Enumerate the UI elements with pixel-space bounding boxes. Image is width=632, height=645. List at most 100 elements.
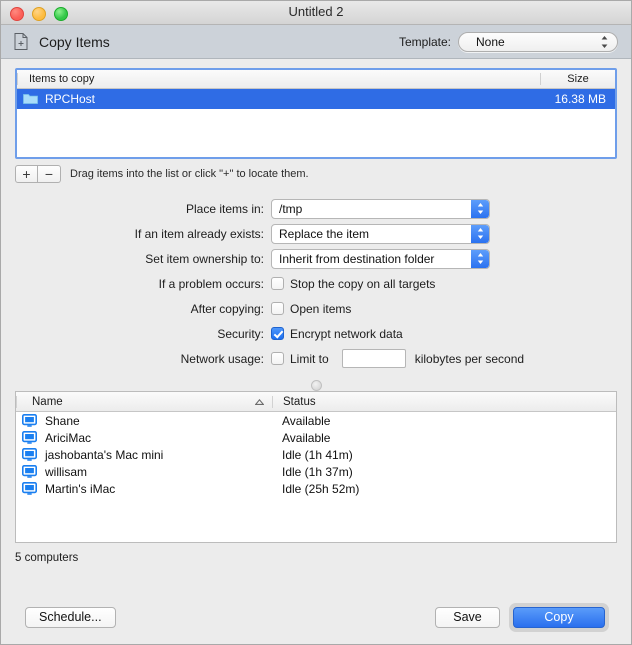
computer-status-cell: Available <box>272 414 616 428</box>
computers-table-header: Name Status <box>16 392 616 412</box>
computer-icon <box>22 431 37 444</box>
template-selected-value: None <box>459 35 505 49</box>
schedule-button[interactable]: Schedule... <box>25 607 116 628</box>
table-row[interactable]: RPCHost 16.38 MB <box>17 89 615 109</box>
remove-item-button[interactable]: − <box>38 165 61 183</box>
items-list-header: Items to copy Size <box>17 70 615 89</box>
limit-rate-input[interactable] <box>342 349 406 368</box>
computer-name-label: jashobanta's Mac mini <box>45 448 163 462</box>
ownership-label: Set item ownership to: <box>15 252 271 266</box>
open-items-checkbox-row[interactable]: Open items <box>271 302 351 316</box>
chevron-updown-icon <box>477 252 484 265</box>
computers-column-name-label: Name <box>32 396 63 408</box>
window-titlebar: Untitled 2 <box>1 1 631 25</box>
limit-to-label: Limit to <box>290 352 329 366</box>
save-button[interactable]: Save <box>435 607 500 628</box>
computer-name-label: Shane <box>45 414 80 428</box>
window-title: Untitled 2 <box>1 4 631 19</box>
footer-action-buttons: Save Copy <box>435 603 609 632</box>
form-row-network-usage: Network usage: Limit to kilobytes per se… <box>15 346 617 371</box>
if-exists-select[interactable]: Replace the item <box>271 224 490 244</box>
encrypt-checkbox-row[interactable]: Encrypt network data <box>271 327 403 341</box>
table-row[interactable]: Shane Available <box>16 412 616 429</box>
computers-column-status[interactable]: Status <box>272 396 616 408</box>
ownership-control: Inherit from destination folder <box>271 249 490 269</box>
table-row[interactable]: AriciMac Available <box>16 429 616 446</box>
network-limit-control: Limit to kilobytes per second <box>271 349 524 368</box>
items-list-toolbar: + − Drag items into the list or click "+… <box>15 165 617 183</box>
template-popup-button[interactable]: None <box>458 32 618 52</box>
network-usage-label: Network usage: <box>15 352 271 366</box>
template-label: Template: <box>399 35 451 49</box>
limit-to-checkbox[interactable] <box>271 352 284 365</box>
computer-name-label: willisam <box>45 465 87 479</box>
template-control-group: Template: None <box>399 32 618 52</box>
after-copying-label: After copying: <box>15 302 271 316</box>
items-column-name[interactable]: Items to copy <box>17 73 540 85</box>
ownership-value: Inherit from destination folder <box>272 252 434 266</box>
limit-units-label: kilobytes per second <box>415 352 524 366</box>
computer-icon <box>22 465 37 478</box>
table-row[interactable]: jashobanta's Mac mini Idle (1h 41m) <box>16 446 616 463</box>
form-row-place-items-in: Place items in: /tmp <box>15 196 617 221</box>
chevron-updown-icon <box>477 227 484 240</box>
computer-name-cell: willisam <box>16 465 272 479</box>
place-items-in-label: Place items in: <box>15 202 271 216</box>
if-exists-dropdown-arrow[interactable] <box>471 225 489 243</box>
item-name-label: RPCHost <box>45 92 95 106</box>
split-handle-dot-icon <box>311 380 322 391</box>
encrypt-network-data-label: Encrypt network data <box>290 327 403 341</box>
task-header-bar: Copy Items Template: None <box>1 25 631 59</box>
open-items-label: Open items <box>290 302 351 316</box>
computer-status-cell: Idle (25h 52m) <box>272 482 616 496</box>
dialog-footer: Schedule... Save Copy <box>1 590 631 644</box>
form-row-if-exists: If an item already exists: Replace the i… <box>15 221 617 246</box>
dialog-body: Items to copy Size RPCHost 16.38 MB + − … <box>1 59 631 590</box>
computer-name-label: Martin's iMac <box>45 482 115 496</box>
split-resize-handle[interactable] <box>15 380 617 391</box>
place-items-in-select[interactable]: /tmp <box>271 199 490 219</box>
if-exists-control: Replace the item <box>271 224 490 244</box>
item-size-cell: 16.38 MB <box>530 92 615 106</box>
if-problem-occurs-label: If a problem occurs: <box>15 277 271 291</box>
computer-name-cell: Martin's iMac <box>16 482 272 496</box>
copy-options-form: Place items in: /tmp If an item alr <box>15 196 617 371</box>
table-row[interactable]: willisam Idle (1h 37m) <box>16 463 616 480</box>
computer-icon <box>22 414 37 427</box>
stop-copy-checkbox[interactable] <box>271 277 284 290</box>
copy-button-focus-ring: Copy <box>509 603 609 632</box>
place-items-in-control: /tmp <box>271 199 490 219</box>
computer-status-cell: Available <box>272 431 616 445</box>
form-row-after-copying: After copying: Open items <box>15 296 617 321</box>
copy-items-window: Untitled 2 Copy Items Template: None Ite <box>0 0 632 645</box>
ownership-select[interactable]: Inherit from destination folder <box>271 249 490 269</box>
stop-copy-checkbox-row[interactable]: Stop the copy on all targets <box>271 277 435 291</box>
form-row-problem: If a problem occurs: Stop the copy on al… <box>15 271 617 296</box>
computer-status-cell: Idle (1h 37m) <box>272 465 616 479</box>
computer-icon <box>22 482 37 495</box>
computer-name-cell: AriciMac <box>16 431 272 445</box>
copy-button[interactable]: Copy <box>513 607 605 628</box>
page-title: Copy Items <box>39 34 110 50</box>
computer-status-cell: Idle (1h 41m) <box>272 448 616 462</box>
items-column-size[interactable]: Size <box>540 73 615 85</box>
drag-items-hint: Drag items into the list or click "+" to… <box>70 168 309 180</box>
computer-name-label: AriciMac <box>45 431 91 445</box>
table-row[interactable]: Martin's iMac Idle (25h 52m) <box>16 480 616 497</box>
add-item-button[interactable]: + <box>15 165 38 183</box>
chevron-updown-icon <box>477 202 484 215</box>
ownership-dropdown-arrow[interactable] <box>471 250 489 268</box>
computer-icon <box>22 448 37 461</box>
popup-updown-arrows-icon <box>601 35 608 48</box>
encrypt-network-data-checkbox[interactable] <box>271 327 284 340</box>
form-row-ownership: Set item ownership to: Inherit from dest… <box>15 246 617 271</box>
place-items-in-value: /tmp <box>272 202 302 216</box>
add-remove-button-group: + − <box>15 165 61 183</box>
items-to-copy-list[interactable]: Items to copy Size RPCHost 16.38 MB <box>15 68 617 159</box>
computers-column-name[interactable]: Name <box>16 396 272 408</box>
computers-table[interactable]: Name Status Shane Available <box>15 391 617 543</box>
if-exists-value: Replace the item <box>272 227 369 241</box>
open-items-checkbox[interactable] <box>271 302 284 315</box>
form-row-security: Security: Encrypt network data <box>15 321 617 346</box>
place-items-in-dropdown-arrow[interactable] <box>471 200 489 218</box>
